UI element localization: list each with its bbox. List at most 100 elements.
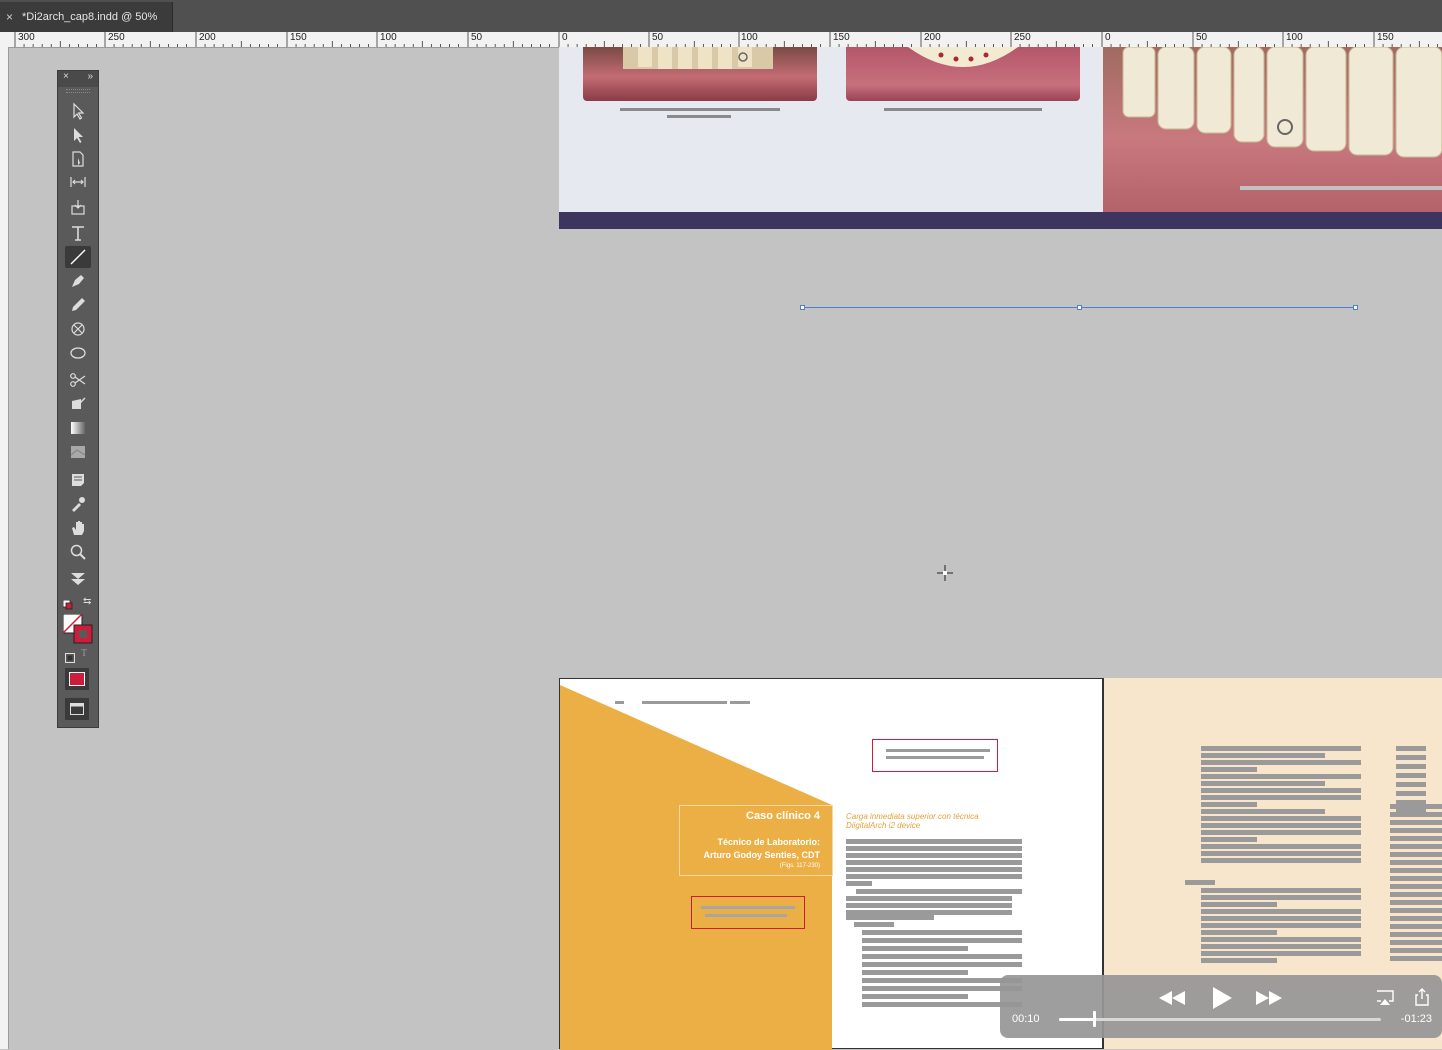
eyedropper-tool-icon[interactable]: [65, 493, 91, 515]
greeked-text-line: [1201, 774, 1361, 779]
case-info-box[interactable]: Caso clínico 4 Técnico de Laboratorio: A…: [679, 805, 833, 876]
zoom-tool-icon[interactable]: [65, 541, 91, 563]
greeked-text-line: [1390, 956, 1442, 961]
greeked-text-line: [1390, 860, 1442, 865]
greeked-text-line: [1396, 755, 1426, 760]
rectangle-frame-tool-icon[interactable]: [65, 318, 91, 340]
greeked-text-line: [1201, 746, 1361, 751]
crosshair-cursor-icon: [937, 565, 953, 581]
current-time: 00:10: [1012, 1013, 1040, 1025]
greeked-text-line: [846, 867, 1022, 872]
greeked-text-line: [1201, 937, 1361, 942]
line-handle[interactable]: [1353, 305, 1358, 310]
ellipse-tool-icon[interactable]: [65, 342, 91, 364]
ruler-label: 50: [652, 32, 664, 43]
teeth-illustration: [623, 47, 773, 69]
video-progress: [1059, 1018, 1095, 1021]
greeked-text-line: [846, 860, 1022, 865]
greeked-text-line: [846, 896, 1012, 901]
scissors-tool-icon[interactable]: [65, 369, 91, 391]
pencil-tool-icon[interactable]: [65, 294, 91, 316]
free-transform-tool-icon[interactable]: [65, 393, 91, 415]
ruler-label: 100: [741, 32, 758, 43]
share-icon[interactable]: [1414, 988, 1430, 1006]
case-role: Técnico de Laboratorio:: [717, 837, 820, 847]
dental-photo-3[interactable]: [1103, 47, 1442, 212]
hand-tool-icon[interactable]: [65, 517, 91, 539]
document-tab[interactable]: × *Di2arch_cap8.indd @ 50%: [0, 2, 173, 32]
close-icon[interactable]: ×: [63, 71, 69, 82]
gradient-swatch-tool-icon[interactable]: [65, 417, 91, 439]
tools-panel-header[interactable]: × »: [58, 71, 98, 87]
panel-grip[interactable]: [66, 89, 90, 93]
fast-forward-icon[interactable]: [1255, 989, 1283, 1007]
upper-teeth-illustration: [1122, 47, 1442, 190]
collapse-panel-icon[interactable]: »: [87, 71, 93, 82]
pen-tool-icon[interactable]: [65, 270, 91, 292]
greeked-text-line: [1201, 802, 1257, 807]
section-heading-line: Carga inmediata superior con técnica: [846, 812, 979, 821]
greeked-text-line: [854, 922, 894, 927]
greeked-text-line: [1390, 820, 1442, 825]
play-icon[interactable]: [1211, 986, 1233, 1010]
greeked-text-line: [846, 915, 934, 920]
vertical-ruler[interactable]: [0, 47, 9, 1049]
greeked-text-line: [1201, 923, 1361, 928]
default-colors-icon[interactable]: [62, 597, 73, 610]
ruler-label: 0: [1105, 32, 1111, 43]
overset-text-frame[interactable]: [872, 739, 998, 772]
tab-close-icon[interactable]: ×: [6, 2, 13, 32]
type-tool-icon[interactable]: [65, 222, 91, 244]
line-handle[interactable]: [800, 305, 805, 310]
formatting-text-icon[interactable]: T: [81, 648, 87, 659]
selection-tool-icon[interactable]: [65, 100, 91, 122]
video-player-controls[interactable]: 00:10 -01:23: [1000, 975, 1442, 1038]
gap-tool-icon[interactable]: [65, 171, 91, 193]
line-handle[interactable]: [1077, 305, 1082, 310]
greeked-text-line: [862, 970, 968, 975]
page-tool-icon[interactable]: [65, 148, 91, 170]
greeked-text-line: [846, 846, 1022, 851]
swap-colors-icon[interactable]: ⇆: [83, 597, 93, 607]
horizontal-ruler[interactable]: 300 250 200 150 100 50 0 50 100 150 200 …: [0, 32, 1442, 48]
line-tool-icon[interactable]: [65, 246, 91, 268]
top-spread[interactable]: [559, 47, 1442, 229]
running-header: [615, 701, 624, 704]
apply-color-button[interactable]: [65, 668, 89, 690]
ruler-label: 250: [1014, 32, 1031, 43]
rewind-icon[interactable]: [1158, 989, 1186, 1007]
formatting-container-icon[interactable]: [65, 650, 75, 663]
greeked-text-line: [846, 881, 872, 886]
overset-text-frame[interactable]: [691, 896, 805, 929]
video-scrubber-handle[interactable]: [1093, 1011, 1097, 1027]
greeked-text-line: [862, 994, 968, 999]
airplay-icon[interactable]: [1376, 990, 1394, 1006]
greeked-text-line: [1201, 930, 1277, 935]
greeked-text-line: [1201, 851, 1361, 856]
content-collector-icon[interactable]: [65, 196, 91, 218]
gradient-feather-tool-icon[interactable]: [65, 441, 91, 463]
dental-photo-1[interactable]: [583, 47, 817, 101]
dental-photo-2[interactable]: [846, 47, 1080, 101]
greeked-text-line: [1201, 958, 1277, 963]
video-scrubber[interactable]: [1059, 1011, 1381, 1027]
note-tool-icon[interactable]: [65, 469, 91, 491]
greeked-text-line: [846, 839, 1022, 844]
tab-title: *Di2arch_cap8.indd @ 50%: [22, 11, 158, 23]
greeked-text-line: [1201, 916, 1361, 921]
ruler-ticks: [14, 32, 1438, 47]
more-tools-icon[interactable]: [65, 568, 91, 590]
screen-mode-icon[interactable]: [65, 698, 89, 720]
tools-panel[interactable]: × » ⇆ T: [57, 70, 99, 728]
greeked-text-line: [1201, 844, 1361, 849]
greeked-text-line: [1390, 836, 1442, 841]
fill-stroke-swatch[interactable]: [62, 613, 93, 644]
direct-selection-tool-icon[interactable]: [65, 124, 91, 146]
selected-line[interactable]: [800, 305, 1358, 310]
greeked-text-line: [1396, 782, 1426, 787]
greeked-text-line: [1390, 804, 1442, 809]
greeked-text-line: [1390, 868, 1442, 873]
greeked-text-line: [846, 853, 1022, 858]
greeked-text-line: [1390, 892, 1442, 897]
greeked-text-line: [862, 1002, 1022, 1007]
